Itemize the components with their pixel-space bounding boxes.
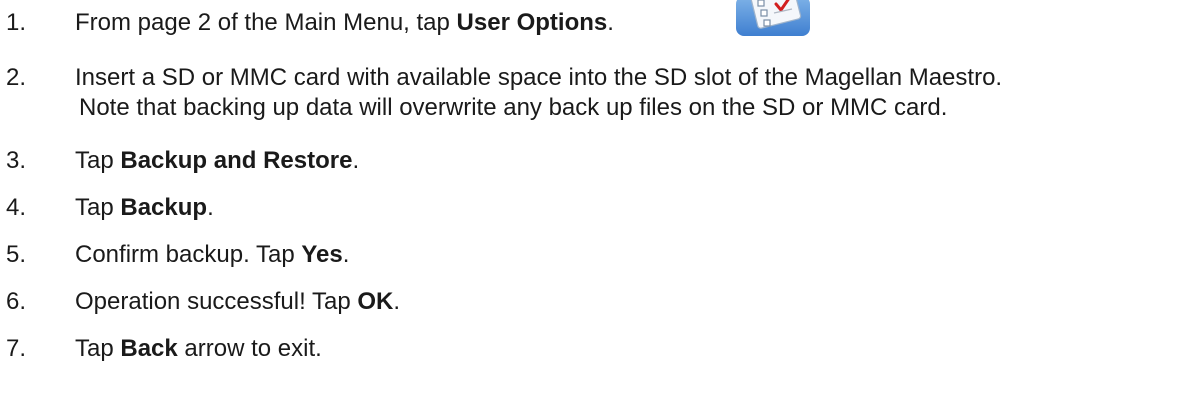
ui-term: Back bbox=[120, 335, 178, 362]
step-number: 5. bbox=[6, 241, 27, 268]
step-number: 3. bbox=[6, 147, 27, 174]
ui-term: Yes bbox=[301, 241, 343, 268]
step-number: 6. bbox=[6, 288, 27, 315]
step-text: From page 2 of the Main Menu, tap User O… bbox=[75, 9, 614, 36]
ui-term: User Options bbox=[456, 9, 608, 36]
user-options-checklist-icon bbox=[736, 0, 810, 36]
ui-term: OK bbox=[357, 288, 394, 315]
step-text: Tap Backup and Restore. bbox=[75, 147, 360, 174]
step-number: 1. bbox=[6, 9, 27, 36]
step-text: Tap Back arrow to exit. bbox=[75, 335, 322, 362]
step-text: Operation successful! Tap OK. bbox=[75, 288, 401, 315]
ui-term: Backup and Restore bbox=[120, 147, 353, 174]
step-text: Confirm backup. Tap Yes. bbox=[75, 241, 350, 268]
step-text: Insert a SD or MMC card with available s… bbox=[75, 64, 1003, 121]
step-number: 7. bbox=[6, 335, 27, 362]
step-text: Tap Backup. bbox=[75, 194, 214, 221]
ui-term: Backup bbox=[120, 194, 208, 221]
step-number: 4. bbox=[6, 194, 27, 221]
step-number: 2. bbox=[6, 64, 27, 91]
